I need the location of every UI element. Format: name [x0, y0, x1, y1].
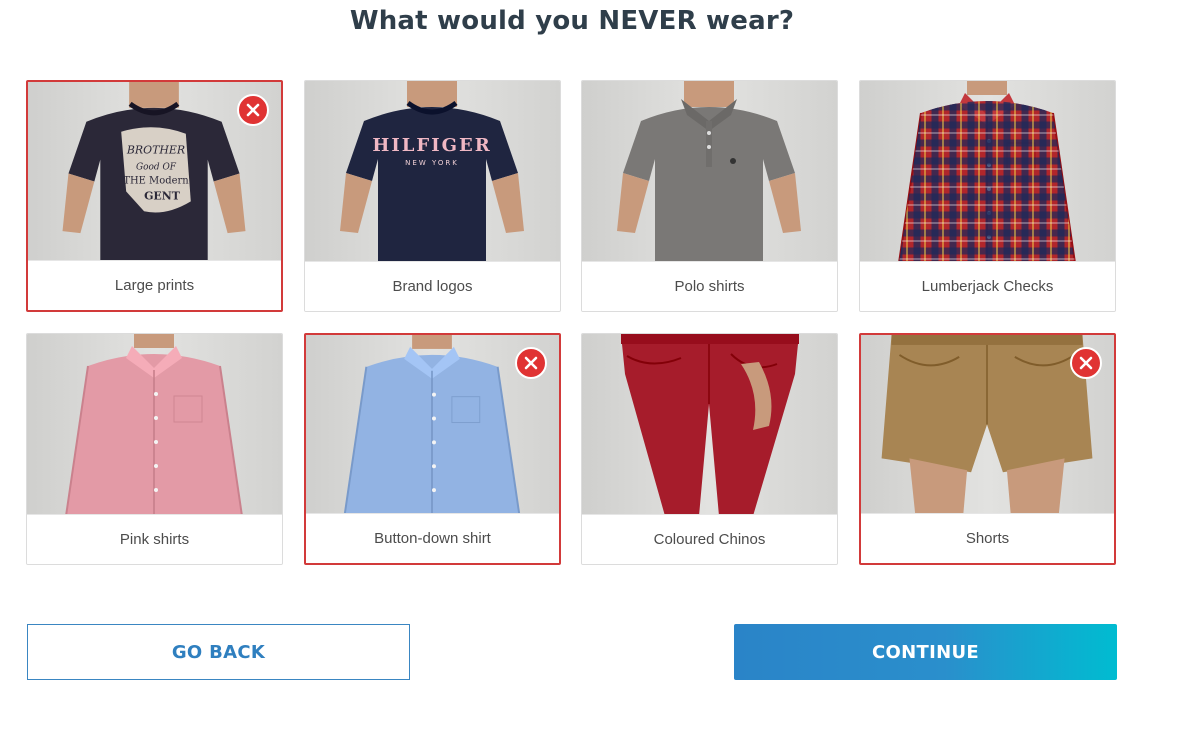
option-card-button-down-shirt[interactable]: Button-down shirt	[304, 333, 561, 565]
option-label: Large prints	[28, 260, 281, 310]
svg-text:BROTHER: BROTHER	[126, 144, 185, 157]
option-label: Button-down shirt	[306, 513, 559, 563]
option-label: Coloured Chinos	[582, 514, 837, 564]
option-card-brand-logos[interactable]: HILFIGER NEW YORK Brand logos	[304, 80, 561, 312]
svg-text:HILFIGER: HILFIGER	[372, 135, 491, 156]
close-circle-icon[interactable]	[237, 94, 269, 126]
option-label: Shorts	[861, 513, 1114, 563]
option-card-pink-shirts[interactable]: Pink shirts	[26, 333, 283, 565]
close-circle-icon[interactable]	[1070, 347, 1102, 379]
continue-button[interactable]: CONTINUE	[734, 624, 1117, 680]
option-card-shorts[interactable]: Shorts	[859, 333, 1116, 565]
option-card-lumberjack-checks[interactable]: Lumberjack Checks	[859, 80, 1116, 312]
page-title: What would you NEVER wear?	[349, 6, 795, 36]
close-circle-icon[interactable]	[515, 347, 547, 379]
coloured-chinos-image	[582, 334, 837, 516]
options-grid: BROTHER Good OF THE Modern GENT Large print…	[26, 80, 1118, 570]
svg-text:THE Modern: THE Modern	[123, 175, 189, 186]
svg-text:Good OF: Good OF	[136, 163, 177, 173]
svg-text:NEW YORK: NEW YORK	[405, 159, 459, 167]
svg-text:GENT: GENT	[144, 189, 181, 202]
option-label: Brand logos	[305, 261, 560, 311]
option-card-polo-shirts[interactable]: Polo shirts	[581, 80, 838, 312]
polo-shirts-image	[582, 81, 837, 263]
brand-logos-image: HILFIGER NEW YORK	[305, 81, 560, 263]
option-label: Pink shirts	[27, 514, 282, 564]
pink-shirts-image	[27, 334, 282, 516]
option-label: Polo shirts	[582, 261, 837, 311]
go-back-button[interactable]: GO BACK	[27, 624, 410, 680]
lumberjack-checks-image	[860, 81, 1115, 263]
option-card-large-prints[interactable]: BROTHER Good OF THE Modern GENT Large print…	[26, 80, 283, 312]
option-card-coloured-chinos[interactable]: Coloured Chinos	[581, 333, 838, 565]
option-label: Lumberjack Checks	[860, 261, 1115, 311]
